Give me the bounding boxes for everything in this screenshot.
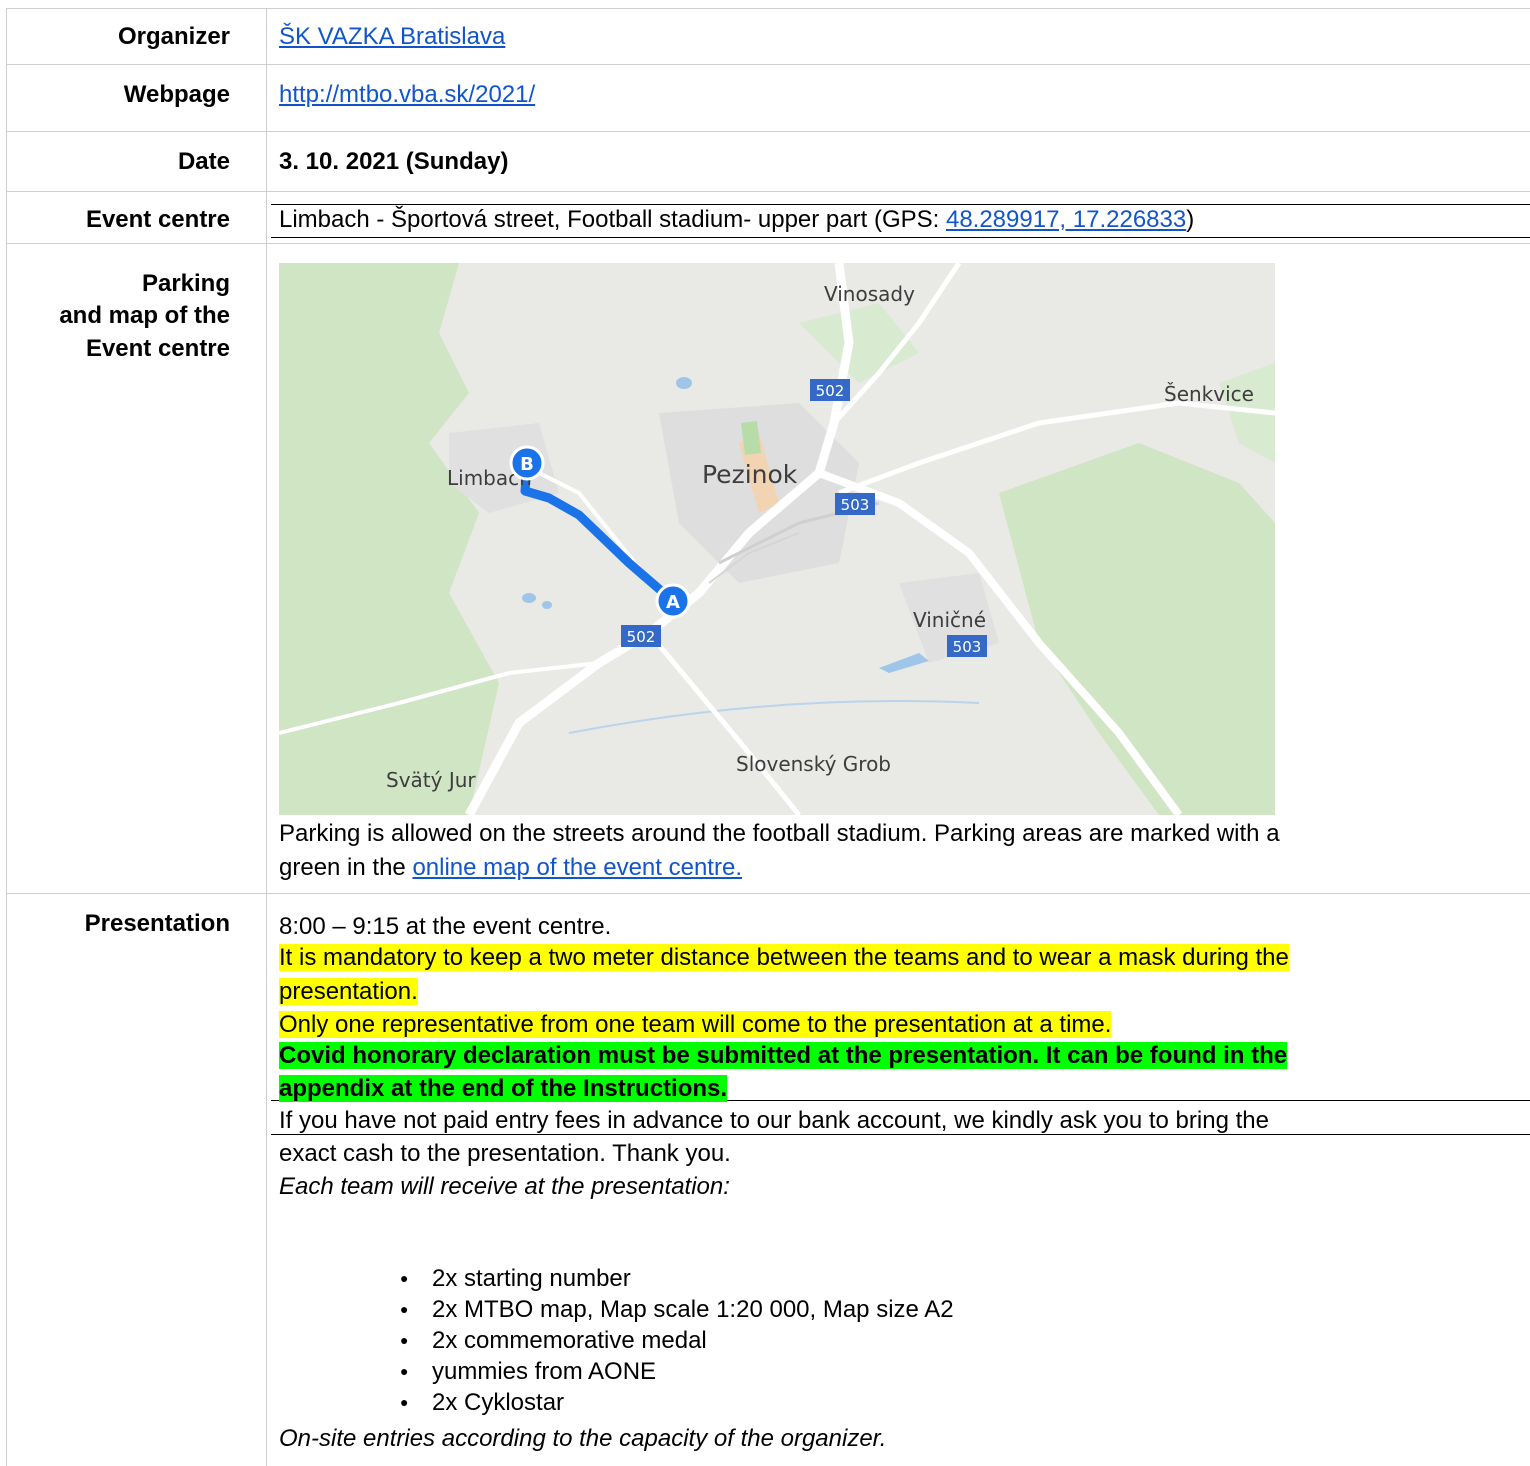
road-number: 503 <box>841 496 870 514</box>
online-map-link[interactable]: online map of the event centre. <box>412 854 742 881</box>
place-label: Slovenský Grob <box>736 752 891 776</box>
parking-text-prefix: green in the <box>279 854 413 881</box>
one-representative-text: Only one representative from one team wi… <box>279 1011 1112 1038</box>
row-divider <box>6 893 1530 894</box>
row-divider <box>6 243 1530 244</box>
road-number: 502 <box>627 628 656 646</box>
parking-text: Parking is allowed on the streets around… <box>279 820 1280 847</box>
receive-heading: Each team will receive at the presentati… <box>279 1173 730 1200</box>
marker-a-label: A <box>666 592 680 613</box>
list-item: 2x MTBO map, Map scale 1:20 000, Map siz… <box>400 1294 954 1325</box>
row-divider <box>6 8 1530 9</box>
place-label: Šenkvice <box>1164 382 1254 406</box>
mask-notice: It is mandatory to keep a two meter dist… <box>279 943 1289 973</box>
onsite-entries: On-site entries according to the capacit… <box>279 1425 887 1452</box>
webpage-link[interactable]: http://mtbo.vba.sk/2021/ <box>279 81 535 108</box>
list-item: yummies from AONE <box>400 1356 954 1387</box>
parking-text-line2: green in the online map of the event cen… <box>279 853 742 883</box>
organizer-label: Organizer <box>117 23 230 50</box>
fees-text: If you have not paid entry fees in advan… <box>279 1107 1269 1134</box>
event-centre-label: Event centre <box>85 206 230 233</box>
road-number: 503 <box>953 638 982 656</box>
row-divider <box>6 64 1530 65</box>
presentation-label: Presentation <box>84 910 230 937</box>
webpage-label: Webpage <box>123 81 230 108</box>
covid-declaration-line1: Covid honorary declaration must be submi… <box>279 1042 1288 1069</box>
organizer-link[interactable]: ŠK VAZKA Bratislava <box>279 23 505 50</box>
document-page: Organizer ŠK VAZKA Bratislava Webpage ht… <box>0 0 1530 1466</box>
mask-notice-line2: presentation. <box>279 978 418 1005</box>
parking-label-line: and map of the <box>59 302 230 329</box>
marker-b-label: B <box>520 454 534 475</box>
list-item: 2x Cyklostar <box>400 1387 954 1418</box>
place-label: Svätý Jur <box>386 768 476 792</box>
date-label: Date <box>177 148 230 175</box>
organizer-value: ŠK VAZKA Bratislava <box>279 22 505 52</box>
column-divider-left <box>6 8 7 1466</box>
one-representative: Only one representative from one team wi… <box>279 1010 1112 1040</box>
place-label: Viničné <box>913 608 986 632</box>
place-label: Vinosady <box>824 282 915 306</box>
column-divider-middle <box>266 8 267 1466</box>
presentation-items-list: 2x starting number 2x MTBO map, Map scal… <box>400 1263 954 1418</box>
row-divider <box>6 191 1530 192</box>
road-number: 502 <box>816 382 845 400</box>
parking-label-line: Parking <box>141 270 230 297</box>
event-centre-text-end: ) <box>1186 206 1195 233</box>
map-labels: Vinosady Šenkvice Limbach Pezinok Viničn… <box>386 282 1254 792</box>
list-item: 2x commemorative medal <box>400 1325 954 1356</box>
mask-notice-line1: It is mandatory to keep a two meter dist… <box>279 944 1289 971</box>
fees-text-cont: exact cash to the presentation. Thank yo… <box>279 1140 731 1167</box>
gps-link[interactable]: 48.289917, 17.226833 <box>946 206 1186 233</box>
list-item: 2x starting number <box>400 1263 954 1294</box>
event-centre-text: Limbach - Športová street, Football stad… <box>279 206 946 233</box>
place-label: Pezinok <box>702 460 798 489</box>
covid-declaration: Covid honorary declaration must be submi… <box>279 1041 1288 1071</box>
presentation-time: 8:00 – 9:15 at the event centre. <box>279 913 612 940</box>
event-centre-value: Limbach - Športová street, Football stad… <box>279 205 1194 235</box>
paragraph-border <box>271 237 1530 238</box>
webpage-value: http://mtbo.vba.sk/2021/ <box>279 80 535 110</box>
parking-label-line: Event centre <box>85 335 230 362</box>
row-divider <box>6 131 1530 132</box>
event-centre-map[interactable]: Vinosady Šenkvice Limbach Pezinok Viničn… <box>279 263 1275 815</box>
covid-declaration-line2: appendix at the end of the Instructions. <box>279 1075 728 1102</box>
date-value: 3. 10. 2021 (Sunday) <box>279 148 509 175</box>
covid-declaration-cont: appendix at the end of the Instructions. <box>279 1074 728 1104</box>
mask-notice-cont: presentation. <box>279 977 418 1007</box>
